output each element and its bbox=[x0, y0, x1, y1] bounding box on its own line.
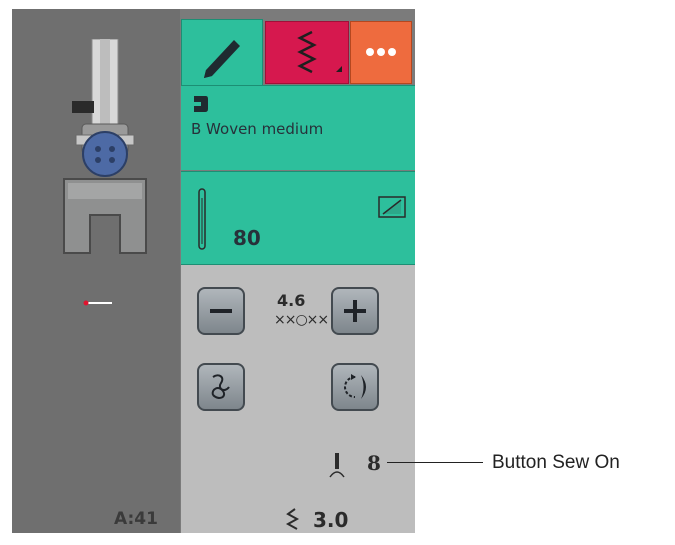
presser-foot-panel: A:41 bbox=[12, 9, 180, 533]
callout-label: Button Sew On bbox=[492, 452, 620, 473]
zigzag-icon bbox=[297, 30, 342, 74]
dots-icon bbox=[366, 48, 396, 56]
spiral-button[interactable] bbox=[197, 363, 245, 411]
fabric-icon bbox=[194, 96, 208, 112]
plus-icon bbox=[344, 300, 366, 322]
stitch-width-icon: ××○×× bbox=[274, 312, 329, 328]
needle-settings[interactable]: 80 bbox=[181, 171, 415, 265]
fabric-name: B Woven medium bbox=[191, 120, 324, 138]
tab-edit[interactable] bbox=[181, 19, 263, 89]
fabric-selection[interactable]: B Woven medium bbox=[181, 85, 415, 170]
stitch-width-value: 4.6 bbox=[277, 291, 306, 310]
stitch-length-icon bbox=[285, 508, 300, 530]
rotate-icon bbox=[344, 374, 366, 399]
stitch-pattern-label: A:41 bbox=[114, 509, 158, 529]
pencil-icon bbox=[204, 40, 240, 78]
tab-more[interactable] bbox=[350, 21, 412, 84]
stitch-length-value: 3.0 bbox=[313, 508, 349, 532]
needle-position-icon bbox=[83, 300, 112, 306]
presser-foot-icon bbox=[63, 39, 147, 254]
mirror-button[interactable] bbox=[331, 363, 379, 411]
minus-icon bbox=[210, 309, 232, 313]
twin-needle-icon bbox=[378, 196, 406, 218]
needle-size: 80 bbox=[233, 226, 261, 250]
sewing-machine-screen: A:41 B Woven medium 80 4.6 ××○×× 8 3.0 bbox=[12, 9, 415, 533]
needle-icon bbox=[198, 188, 206, 250]
callout-line bbox=[387, 462, 483, 463]
stitch-controls: 4.6 ××○×× 8 3.0 bbox=[181, 265, 415, 533]
tab-stitch[interactable] bbox=[265, 21, 349, 84]
spiral-icon bbox=[211, 374, 230, 399]
tension-icon bbox=[329, 453, 345, 478]
thread-tension-value: 8 bbox=[367, 451, 381, 475]
decrease-width-button[interactable] bbox=[197, 287, 245, 335]
settings-panel: B Woven medium 80 4.6 ××○×× 8 3.0 bbox=[181, 9, 415, 533]
increase-width-button[interactable] bbox=[331, 287, 379, 335]
